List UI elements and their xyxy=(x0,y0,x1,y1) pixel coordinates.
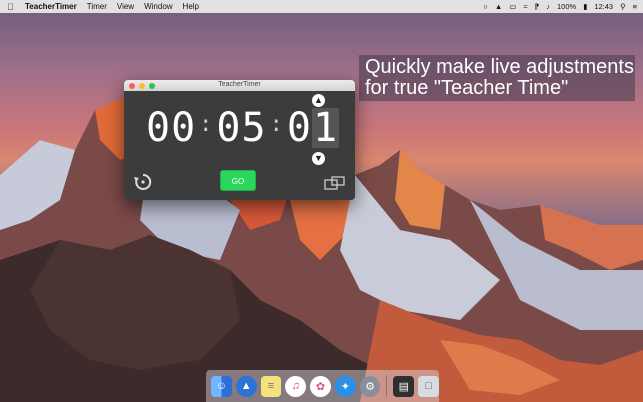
marketing-caption: Quickly make live adjustments for true "… xyxy=(359,55,635,101)
colon-separator: : xyxy=(199,112,214,137)
safari-icon[interactable]: ✦ xyxy=(334,375,356,397)
menu-window[interactable]: Window xyxy=(144,2,172,11)
reset-icon[interactable] xyxy=(133,172,153,192)
menu-timer[interactable]: Timer xyxy=(87,2,107,11)
window-mode-icon[interactable] xyxy=(324,176,346,190)
timer-window: TeacherTimer ▲ 00 : 05 : 01 ▼ GO xyxy=(124,80,355,200)
dock: ☺ ▲ ≡ ♫ ✿ ✦ ⚙ ▤ □ xyxy=(206,370,440,402)
decrement-arrow-icon[interactable]: ▼ xyxy=(312,152,325,165)
notification-status-icon[interactable]: ▲ xyxy=(495,2,502,11)
spotlight-status-icon[interactable]: ○ xyxy=(483,2,488,11)
launchpad-icon[interactable]: ▲ xyxy=(235,375,257,397)
battery-percent: 100% xyxy=(557,2,577,11)
search-icon[interactable]: ⚲ xyxy=(620,2,626,11)
menu-view[interactable]: View xyxy=(117,2,134,11)
timer-display: 00 : 05 : 01 xyxy=(146,108,340,148)
bluetooth-icon[interactable]: ⁋ xyxy=(534,2,539,11)
go-button[interactable]: GO xyxy=(220,170,256,191)
apple-menu-icon[interactable]:  xyxy=(7,2,17,12)
seconds-ones-digit-selected[interactable]: 1 xyxy=(311,108,340,148)
menu-list-icon[interactable]: ≡ xyxy=(633,2,637,11)
system-preferences-icon[interactable]: ⚙ xyxy=(359,375,381,397)
menu-app-name[interactable]: TeacherTimer xyxy=(25,2,77,11)
finder-icon[interactable]: ☺ xyxy=(211,375,232,397)
menu-bar:  TeacherTimer Timer View Window Help ○ … xyxy=(0,0,643,13)
trash-icon[interactable]: □ xyxy=(418,375,440,397)
window-title: TeacherTimer xyxy=(218,81,261,88)
window-titlebar[interactable]: TeacherTimer xyxy=(124,80,355,91)
hours-digits[interactable]: 00 xyxy=(146,108,196,148)
itunes-icon[interactable]: ♫ xyxy=(285,375,307,397)
seconds-tens-digit[interactable]: 0 xyxy=(287,108,312,148)
dock-separator xyxy=(386,375,388,397)
volume-icon[interactable]: ♪ xyxy=(546,2,550,11)
minutes-digits[interactable]: 05 xyxy=(216,108,266,148)
wifi-icon[interactable]: ≈ xyxy=(523,2,527,11)
menu-help[interactable]: Help xyxy=(183,2,199,11)
caption-line-2: for true "Teacher Time" xyxy=(365,77,569,99)
battery-icon[interactable]: ▮ xyxy=(583,2,587,11)
presentation-icon[interactable]: ▤ xyxy=(393,375,415,397)
colon-separator: : xyxy=(269,112,284,137)
clock[interactable]: 12:43 xyxy=(594,2,613,11)
notes-icon[interactable]: ≡ xyxy=(260,375,282,397)
photos-icon[interactable]: ✿ xyxy=(310,375,331,397)
caption-line-1: Quickly make live adjustments xyxy=(365,56,634,78)
airplay-icon[interactable]: ▭ xyxy=(509,2,516,11)
